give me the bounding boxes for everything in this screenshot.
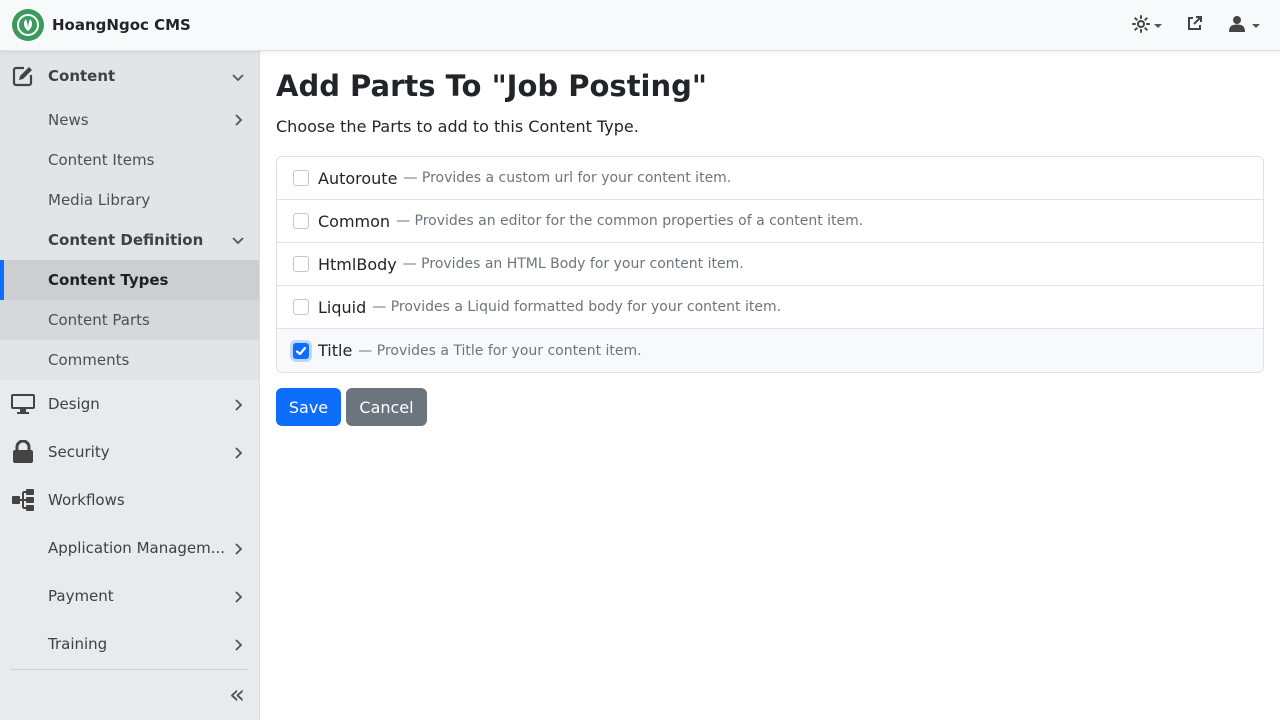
chevron-right-icon — [231, 113, 245, 131]
sidebar-item-label: Workflows — [48, 491, 125, 509]
sidebar-item-label: News — [48, 111, 89, 129]
part-name: HtmlBody — [318, 254, 397, 274]
part-description: — Provides a Liquid formatted body for y… — [372, 299, 782, 315]
sidebar-item-label: Content Items — [48, 151, 155, 169]
part-description: — Provides a custom url for your content… — [403, 170, 732, 186]
part-row-title[interactable]: Title — Provides a Title for your conten… — [277, 329, 1263, 372]
sidebar-item-content[interactable]: Content — [0, 51, 259, 100]
sidebar-item-content-types[interactable]: Content Types — [0, 260, 259, 300]
part-description: — Provides an editor for the common prop… — [396, 213, 864, 229]
sidebar-item-news[interactable]: News — [0, 100, 259, 140]
sidebar-item-label: Content Types — [48, 271, 169, 289]
chevron-right-icon — [231, 445, 245, 464]
part-row-autoroute[interactable]: Autoroute — Provides a custom url for yo… — [277, 157, 1263, 200]
part-name: Title — [318, 341, 353, 360]
part-description: — Provides a Title for your content item… — [358, 342, 642, 359]
checkmark-icon — [295, 346, 307, 355]
parts-list: Autoroute — Provides a custom url for yo… — [276, 156, 1264, 373]
chevron-right-icon — [231, 637, 245, 656]
part-name: Autoroute — [318, 168, 398, 188]
cancel-button[interactable]: Cancel — [346, 388, 427, 426]
chevron-right-icon — [231, 397, 245, 416]
external-link-icon — [1186, 15, 1203, 36]
sidebar-item-training[interactable]: Training — [0, 620, 259, 668]
sidebar-item-content-definition[interactable]: Content Definition — [0, 220, 259, 260]
user-menu-button[interactable] — [1229, 0, 1260, 51]
sidebar-item-content-items[interactable]: Content Items — [0, 140, 259, 180]
part-checkbox[interactable] — [293, 299, 309, 315]
sidebar-item-design[interactable]: Design — [0, 380, 259, 428]
monitor-icon — [10, 392, 36, 416]
sidebar-item-payment[interactable]: Payment — [0, 572, 259, 620]
part-name: Liquid — [318, 297, 367, 317]
sidebar-item-label: Media Library — [48, 191, 151, 209]
sidebar-item-label: Comments — [48, 351, 130, 369]
part-row-htmlbody[interactable]: HtmlBody — Provides an HTML Body for you… — [277, 243, 1263, 286]
admin-sidebar: Content News Content Items Media Library… — [0, 51, 260, 720]
sidebar-item-comments[interactable]: Comments — [0, 340, 259, 380]
chevron-right-icon — [231, 541, 245, 560]
brand-logo-icon — [12, 9, 44, 41]
part-checkbox[interactable] — [293, 256, 309, 272]
sidebar-item-label: Payment — [48, 587, 114, 605]
sidebar-item-label: Training — [48, 635, 108, 653]
sun-icon — [1132, 14, 1150, 37]
page-subtitle: Choose the Parts to add to this Content … — [276, 117, 639, 136]
form-actions: Save Cancel — [276, 388, 427, 426]
visit-site-button[interactable] — [1186, 0, 1203, 51]
page-title: Add Parts To "Job Posting" — [276, 69, 708, 103]
sidebar-item-application-management[interactable]: Application Managem... — [0, 524, 259, 572]
part-row-common[interactable]: Common — Provides an editor for the comm… — [277, 200, 1263, 243]
chevron-down-icon — [231, 233, 245, 251]
sidebar-item-workflows[interactable]: Workflows — [0, 476, 259, 524]
part-checkbox[interactable] — [293, 213, 309, 229]
part-row-liquid[interactable]: Liquid — Provides a Liquid formatted bod… — [277, 286, 1263, 329]
app-title: HoangNgoc CMS — [52, 16, 191, 34]
top-navbar: HoangNgoc CMS — [0, 0, 1280, 51]
part-description: — Provides an HTML Body for your content… — [402, 256, 744, 272]
sidebar-item-media-library[interactable]: Media Library — [0, 180, 259, 220]
sidebar-item-security[interactable]: Security — [0, 428, 259, 476]
chevron-down-icon — [231, 69, 245, 88]
sidebar-item-label: Design — [48, 395, 100, 413]
edit-icon — [10, 64, 36, 88]
chevron-down-icon — [1154, 23, 1162, 28]
workflow-icon — [10, 488, 36, 512]
chevron-right-icon — [231, 589, 245, 608]
part-checkbox-checked[interactable] — [293, 342, 309, 359]
sidebar-item-label: Content Definition — [48, 231, 204, 249]
sidebar-item-label: Content — [48, 66, 116, 85]
sidebar-item-label: Content Parts — [48, 311, 150, 329]
sidebar-item-label: Application Managem... — [48, 539, 226, 557]
sidebar-item-content-parts[interactable]: Content Parts — [0, 300, 259, 340]
brand-link[interactable]: HoangNgoc CMS — [12, 9, 191, 41]
sidebar-item-label: Security — [48, 443, 110, 461]
collapse-sidebar-icon[interactable]: « — [229, 682, 245, 708]
sidebar-divider — [10, 669, 248, 670]
user-icon — [1229, 15, 1245, 36]
part-checkbox[interactable] — [293, 170, 309, 186]
chevron-down-icon — [1252, 23, 1260, 28]
save-button[interactable]: Save — [276, 388, 341, 426]
part-name: Common — [318, 211, 391, 231]
theme-toggle-button[interactable] — [1132, 0, 1162, 51]
lock-icon — [10, 440, 36, 464]
